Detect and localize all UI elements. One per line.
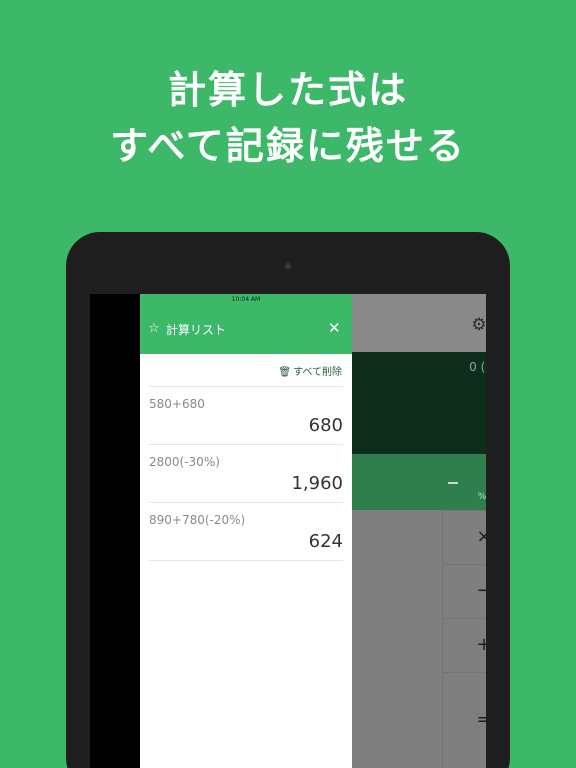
trash-icon: 🗑	[278, 367, 292, 378]
history-result: 1,960	[291, 473, 343, 494]
tablet-camera	[285, 263, 291, 269]
headline-line-1: 計算した式は	[167, 68, 408, 112]
close-icon[interactable]: ✕	[328, 319, 341, 337]
drawer-header: ☆ 計算リスト ✕	[140, 306, 352, 354]
status-bar-time: 10:04 AM	[140, 294, 352, 306]
history-list-end-divider	[149, 560, 343, 561]
history-item[interactable]: 2800(-30%) 1,960	[149, 444, 343, 502]
clear-all-label: すべて削除	[293, 367, 342, 378]
clear-all-button[interactable]: 🗑 すべて削除	[278, 366, 342, 380]
history-result: 624	[308, 531, 343, 552]
plus-key[interactable]: +	[442, 618, 486, 672]
tablet-screen: ⚙ 0 (税込) 0 0 0 %OFF ⟳ × − + = 10:04 AM ☆…	[90, 294, 486, 768]
history-drawer: 10:04 AM ☆ 計算リスト ✕ 🗑 すべて削除 580+680 680 28…	[140, 294, 352, 768]
headline: 計算した式は すべて記録に残せる	[0, 62, 576, 174]
multiply-key[interactable]: ×	[442, 510, 486, 564]
equals-key[interactable]: =	[442, 672, 486, 768]
discount-dash	[448, 482, 458, 484]
history-expression: 890+780(-20%)	[149, 513, 246, 527]
history-expression: 2800(-30%)	[149, 455, 220, 469]
star-outline-icon[interactable]: ☆	[148, 320, 160, 338]
history-result: 680	[308, 415, 343, 436]
discount-label[interactable]: %OFF ⟳	[478, 492, 486, 502]
discount-label-text: %OFF	[477, 492, 486, 502]
minus-key[interactable]: −	[442, 564, 486, 618]
history-expression: 580+680	[149, 397, 205, 411]
headline-line-2: すべて記録に残せる	[110, 124, 466, 168]
tax-included-value: 0 (税込)	[469, 360, 486, 374]
history-item[interactable]: 890+780(-20%) 624	[149, 502, 343, 560]
gear-icon[interactable]: ⚙	[470, 316, 486, 334]
drawer-title: 計算リスト	[166, 323, 227, 337]
history-item[interactable]: 580+680 680	[149, 386, 343, 444]
